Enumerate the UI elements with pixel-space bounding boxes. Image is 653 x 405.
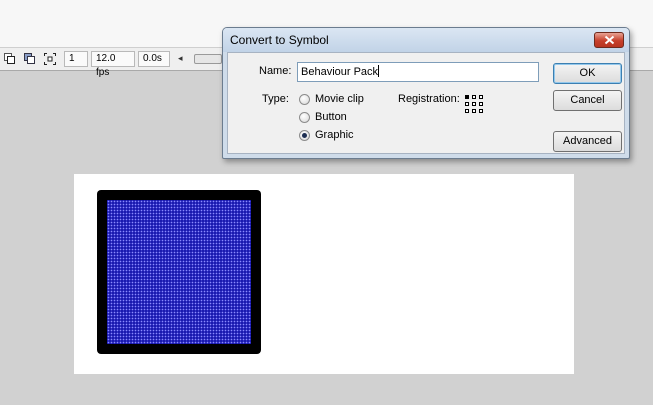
type-option-label: Button	[315, 111, 347, 123]
type-option-label: Graphic	[315, 129, 354, 141]
radio-button[interactable]	[299, 94, 310, 105]
cancel-button[interactable]: Cancel	[553, 90, 622, 111]
registration-point[interactable]	[479, 95, 483, 99]
registration-grid[interactable]	[465, 95, 485, 115]
dialog-title: Convert to Symbol	[230, 33, 329, 47]
dialog-titlebar[interactable]: Convert to Symbol	[223, 28, 629, 52]
registration-label: Registration:	[398, 93, 460, 105]
registration-point[interactable]	[472, 95, 476, 99]
stage[interactable]	[74, 174, 574, 374]
registration-point-selected[interactable]	[465, 95, 469, 99]
elapsed-time-field: 0.0s	[138, 51, 170, 67]
radio-button-selected[interactable]	[299, 130, 310, 141]
timeline-scrollbar[interactable]	[194, 54, 222, 64]
registration-point[interactable]	[472, 102, 476, 106]
text-caret	[378, 65, 380, 77]
shape-fill	[107, 200, 251, 344]
dialog-body: Name: Behaviour Pack Type: Movie clip Bu…	[227, 52, 625, 154]
type-option-label: Movie clip	[315, 93, 364, 105]
radio-button[interactable]	[299, 112, 310, 123]
registration-point[interactable]	[465, 109, 469, 113]
name-input[interactable]: Behaviour Pack	[297, 62, 539, 82]
onion-skin-outlines-icon[interactable]	[23, 52, 37, 66]
edit-multiple-frames-icon[interactable]	[43, 52, 57, 66]
registration-point[interactable]	[479, 102, 483, 106]
name-label: Name:	[259, 65, 292, 77]
type-label: Type:	[262, 93, 289, 105]
close-icon	[604, 35, 615, 45]
onion-skin-icon[interactable]	[3, 52, 17, 66]
registration-point[interactable]	[465, 102, 469, 106]
frame-rate-field[interactable]: 12.0 fps	[91, 51, 135, 78]
close-button[interactable]	[594, 32, 624, 48]
registration-point[interactable]	[479, 109, 483, 113]
ok-button[interactable]: OK	[553, 63, 622, 84]
selected-shape[interactable]	[97, 190, 261, 354]
scroll-left-icon[interactable]: ◂	[178, 54, 183, 64]
name-input-value: Behaviour Pack	[301, 66, 379, 78]
advanced-button[interactable]: Advanced	[553, 131, 622, 152]
current-frame-field[interactable]: 1	[64, 51, 88, 67]
registration-point[interactable]	[472, 109, 476, 113]
convert-to-symbol-dialog: Convert to Symbol Name: Behaviour Pack T…	[222, 27, 630, 159]
